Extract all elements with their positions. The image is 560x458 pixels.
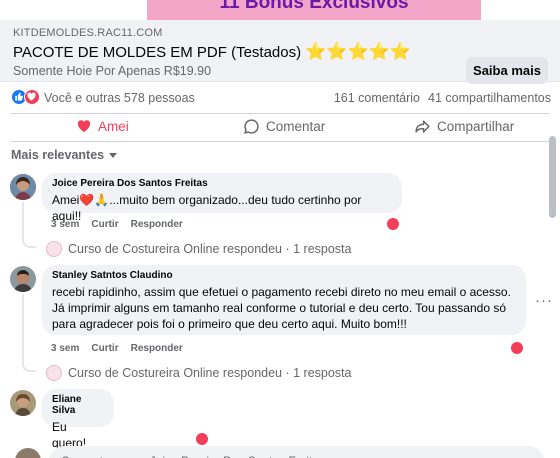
comment-input[interactable]: Comentar como Joice Pereira Dos Santos F…	[49, 446, 544, 458]
share-button[interactable]: Compartilhar	[414, 118, 514, 135]
comment-sort-dropdown[interactable]: Mais relevantes	[11, 148, 118, 162]
avatar	[15, 448, 41, 458]
comment-label: Comentar	[266, 119, 326, 134]
ad-title: PACOTE DE MOLDES EM PDF (Testados) ⭐⭐⭐⭐⭐	[13, 42, 411, 62]
comment-bubble: Joice Pereira Dos Santos Freitas Amei❤️🙏…	[42, 173, 402, 223]
avatar[interactable]	[10, 174, 36, 200]
share-label: Compartilhar	[437, 119, 515, 134]
comment-author[interactable]: Eliane Silva	[52, 394, 104, 416]
ad-image-banner[interactable]: 11 Bônus Exclusivos	[147, 0, 481, 20]
comment-timestamp[interactable]: 3 sem	[51, 343, 79, 354]
avatar[interactable]	[10, 266, 36, 292]
thread-hook	[22, 360, 36, 372]
comment-bubble: Stanley Satntos Claudino recebi rapidinh…	[42, 265, 526, 335]
comment-composer: Comentar como Joice Pereira Dos Santos F…	[11, 446, 548, 458]
more-options-icon[interactable]: ···	[535, 292, 553, 309]
comment-meta: 3 sem Curtir Responder	[51, 343, 183, 354]
reactions-text[interactable]: Você e outras 578 pessoas	[44, 91, 195, 105]
comment-bubble: Eliane Silva Eu quero!	[42, 389, 114, 450]
sort-label: Mais relevantes	[11, 148, 105, 162]
saiba-mais-button[interactable]: Saiba mais	[466, 57, 548, 84]
comment-button[interactable]: Comentar	[243, 118, 325, 135]
reply-comment-link[interactable]: Responder	[131, 219, 183, 230]
divider	[11, 141, 549, 142]
ad-subtitle: Somente Hoie Por Apenas R$19.90	[13, 64, 212, 78]
comment-bubble-icon	[244, 119, 259, 134]
banner-text: 11 Bônus Exclusivos	[219, 0, 409, 13]
comment-author[interactable]: Joice Pereira Dos Santos Freitas	[52, 178, 392, 189]
ad-domain: KITDEMOLDES.RAC11.COM	[13, 27, 163, 39]
page-avatar	[46, 365, 62, 381]
heart-reaction-icon[interactable]	[195, 432, 209, 446]
love-reaction-icon[interactable]	[24, 89, 40, 105]
divider	[11, 113, 549, 114]
scrollbar-thumb[interactable]	[549, 136, 556, 218]
engagement-counts: 161 comentário 41 compartilhamentos	[334, 91, 551, 105]
heart-icon	[77, 120, 91, 132]
thread-line	[22, 294, 24, 360]
shares-count[interactable]: 41 compartilhamentos	[428, 91, 551, 105]
amei-label: Amei	[98, 118, 129, 134]
caret-down-icon	[109, 153, 118, 158]
page-reply-link[interactable]: Curso de Costureira Online respondeu · 1…	[46, 365, 351, 381]
comment-author[interactable]: Stanley Satntos Claudino	[52, 270, 516, 281]
comment-meta: 3 sem Curtir Responder	[51, 219, 183, 230]
page-reply-text: Curso de Costureira Online respondeu · 1…	[68, 366, 352, 380]
like-comment-link[interactable]: Curtir	[91, 343, 118, 354]
thread-hook	[22, 236, 36, 248]
post-action-bar: Amei Comentar Compartilhar	[0, 115, 560, 141]
share-arrow-icon	[415, 120, 430, 133]
thread-line	[22, 202, 24, 236]
like-comment-link[interactable]: Curtir	[91, 219, 118, 230]
avatar[interactable]	[10, 390, 36, 416]
page-reply-text: Curso de Costureira Online respondeu · 1…	[68, 242, 352, 256]
ad-link-card[interactable]: KITDEMOLDES.RAC11.COM PACOTE DE MOLDES E…	[0, 20, 560, 84]
heart-reaction-icon[interactable]	[386, 217, 400, 231]
star-rating-icons: ⭐⭐⭐⭐⭐	[305, 42, 411, 61]
ad-title-text: PACOTE DE MOLDES EM PDF (Testados)	[13, 44, 302, 61]
reply-comment-link[interactable]: Responder	[131, 343, 183, 354]
comments-count[interactable]: 161 comentário	[334, 91, 420, 105]
page-reply-link[interactable]: Curso de Costureira Online respondeu · 1…	[46, 241, 351, 257]
reactions-summary: Você e outras 578 pessoas 161 comentário…	[0, 87, 560, 111]
comment-timestamp[interactable]: 3 sem	[51, 219, 79, 230]
page-avatar	[46, 241, 62, 257]
amei-button[interactable]: Amei	[76, 118, 129, 134]
comment-text: recebi rapidinho, assim que efetuei o pa…	[52, 285, 511, 331]
heart-reaction-icon[interactable]	[510, 341, 524, 355]
